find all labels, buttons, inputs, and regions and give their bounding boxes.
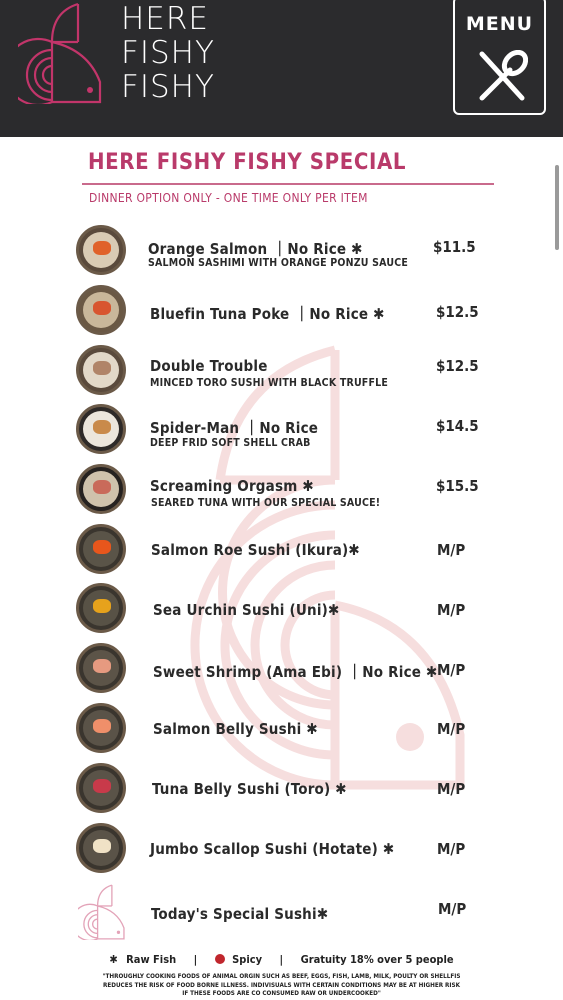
item-name: Screaming Orgasm ✱ [150, 477, 314, 495]
item-name: Orange Salmon ｜No Rice ✱ [148, 240, 363, 258]
menu-item[interactable]: Tuna Belly Sushi (Toro) ✱ M/P [0, 762, 563, 818]
dish-photo [76, 524, 126, 574]
item-name: Sea Urchin Sushi (Uni)✱ [153, 601, 340, 619]
dish-photo [76, 583, 126, 633]
item-description: SALMON SASHIMI WITH ORANGE PONZU SAUCE [148, 257, 408, 269]
menu-item[interactable]: Today's Special Sushi✱ M/P [0, 884, 563, 940]
item-description: MINCED TORO SUSHI WITH BLACK TRUFFLE [150, 377, 388, 389]
menu-item[interactable]: Sea Urchin Sushi (Uni)✱ M/P [0, 582, 563, 638]
item-price: $12.5 [436, 357, 479, 375]
dish-photo [76, 404, 126, 454]
item-price: $14.5 [436, 417, 479, 435]
item-description: DEEP FRID SOFT SHELL CRAB [150, 437, 311, 449]
section-title: HERE FISHY FISHY SPECIAL [88, 150, 407, 175]
item-name: Salmon Belly Sushi ✱ [153, 720, 318, 738]
legend-separator: | [279, 952, 284, 966]
item-name: Spider-Man ｜No Rice [150, 419, 319, 437]
item-name: Tuna Belly Sushi (Toro) ✱ [152, 780, 347, 798]
dish-photo [76, 464, 126, 514]
menu-item[interactable]: Screaming Orgasm ✱ SEARED TUNA WITH OUR … [0, 463, 563, 519]
menu-item[interactable]: Sweet Shrimp (Ama Ebi) ｜No Rice ✱ M/P [0, 642, 563, 698]
menu-item[interactable]: Spider-Man ｜No Rice DEEP FRID SOFT SHELL… [0, 404, 563, 460]
menu-button-label: MENU [465, 13, 534, 35]
legend-separator: | [193, 952, 198, 966]
dish-photo [76, 703, 126, 753]
dish-photo [76, 823, 126, 873]
item-price: M/P [437, 661, 466, 679]
item-price: M/P [437, 720, 466, 738]
item-name: Salmon Roe Sushi (Ikura)✱ [151, 541, 360, 559]
dish-photo [76, 345, 126, 395]
item-name: Sweet Shrimp (Ama Ebi) ｜No Rice ✱ [153, 663, 438, 681]
legend: ✱ Raw Fish | Spicy | Gratuity 18% over 5… [0, 952, 563, 966]
title-divider [82, 183, 494, 185]
item-description: SEARED TUNA WITH OUR SPECIAL SAUCE! [151, 497, 381, 509]
fish-logo-icon [78, 884, 125, 940]
item-price: $11.5 [433, 238, 476, 256]
dish-photo [76, 643, 126, 693]
item-name: Today's Special Sushi✱ [151, 905, 329, 923]
raw-fish-label: Raw Fish [126, 952, 177, 966]
menu-button[interactable]: MENU [453, 0, 546, 115]
item-price: M/P [437, 541, 466, 559]
menu-item[interactable]: Bluefin Tuna Poke ｜No Rice ✱ $12.5 [0, 285, 563, 341]
dish-photo [76, 763, 126, 813]
fork-spoon-icon [479, 50, 528, 101]
menu-item[interactable]: Jumbo Scallop Sushi (Hotate) ✱ M/P [0, 822, 563, 878]
item-price: M/P [438, 900, 467, 918]
site-header: HERE FISHY FISHY MENU [0, 0, 563, 137]
spicy-label: Spicy [232, 952, 263, 966]
brand-line-1: HERE [121, 1, 210, 37]
section-subtitle: DINNER OPTION ONLY - ONE TIME ONLY PER I… [89, 191, 368, 205]
item-price: M/P [437, 601, 466, 619]
gratuity-note: Gratuity 18% over 5 people [300, 952, 454, 966]
dish-photo [76, 285, 126, 335]
brand-line-3: FISHY [121, 69, 215, 105]
spicy-icon [214, 954, 225, 964]
item-name: Bluefin Tuna Poke ｜No Rice ✱ [150, 305, 385, 323]
item-price: M/P [437, 780, 466, 798]
item-price: $12.5 [436, 303, 479, 321]
brand-line-2: FISHY [121, 35, 215, 71]
menu-item[interactable]: Orange Salmon ｜No Rice ✱ SALMON SASHIMI … [0, 224, 563, 280]
menu-item[interactable]: Double Trouble MINCED TORO SUSHI WITH BL… [0, 344, 563, 400]
item-price: M/P [437, 840, 466, 858]
raw-fish-icon: ✱ [109, 952, 118, 966]
dish-photo [76, 225, 126, 275]
fish-logo-icon[interactable] [18, 2, 102, 104]
menu-item[interactable]: Salmon Belly Sushi ✱ M/P [0, 702, 563, 758]
item-name: Double Trouble [150, 357, 268, 375]
brand-name[interactable]: HERE FISHY FISHY [121, 2, 215, 104]
menu-item[interactable]: Salmon Roe Sushi (Ikura)✱ M/P [0, 523, 563, 579]
food-safety-disclaimer: "THROUGHLY COOKING FOODS OF ANIMAL ORGIN… [102, 973, 461, 997]
item-name: Jumbo Scallop Sushi (Hotate) ✱ [150, 840, 395, 858]
item-price: $15.5 [436, 477, 479, 495]
